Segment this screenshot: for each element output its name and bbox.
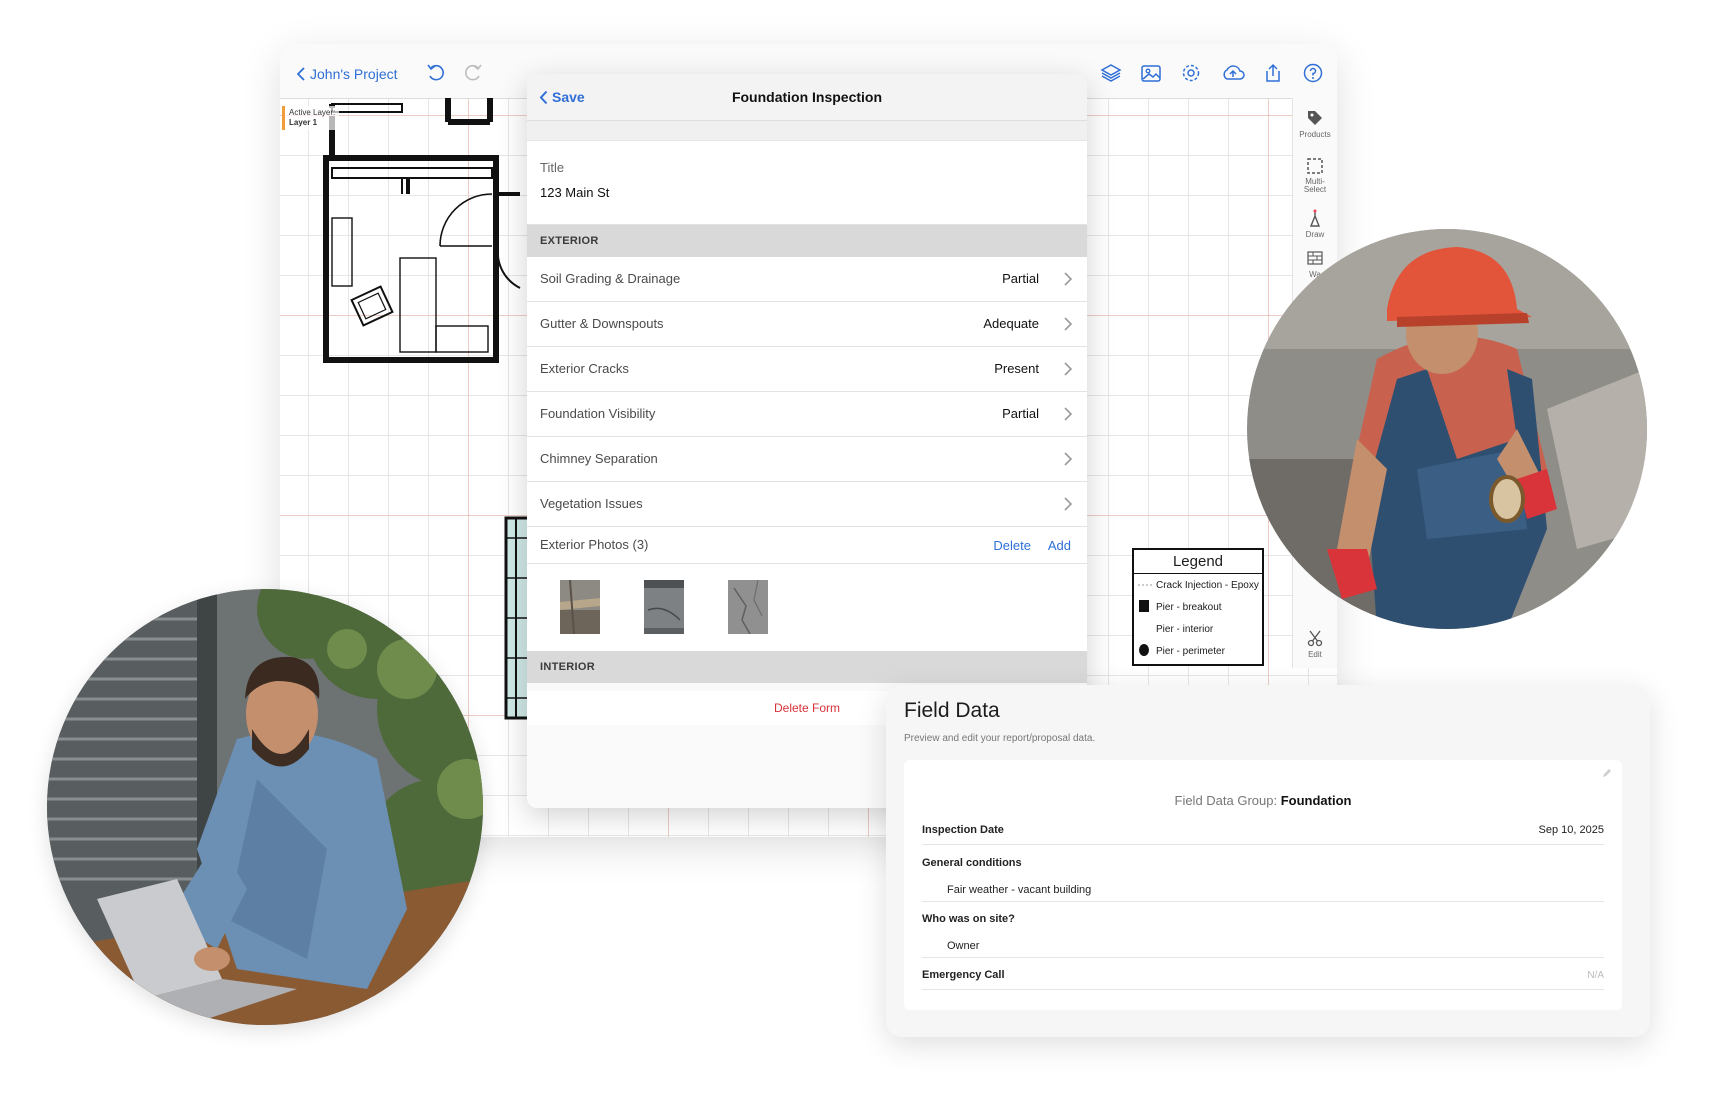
- row-foundation-visibility[interactable]: Foundation Visibility Partial: [527, 392, 1087, 437]
- back-label: John's Project: [310, 66, 398, 82]
- title-input[interactable]: [540, 185, 1040, 200]
- legend-item-label: Pier - breakout: [1156, 601, 1222, 613]
- edit-tool[interactable]: Edit: [1293, 628, 1337, 659]
- photos-label: Exterior Photos (3): [540, 537, 649, 552]
- help-icon[interactable]: [1302, 62, 1324, 84]
- active-layer-label: Active Layer:: [289, 108, 336, 117]
- legend-item-label: Pier - perimeter: [1156, 645, 1225, 657]
- row-label: Vegetation Issues: [540, 496, 643, 511]
- draw-tool-label: Draw: [1305, 230, 1325, 239]
- image-icon[interactable]: [1140, 62, 1162, 84]
- chevron-right-icon: [1064, 362, 1073, 376]
- emergency-call-value[interactable]: N/A: [1587, 970, 1604, 981]
- legend-item: Pier - perimeter: [1134, 640, 1262, 662]
- row-exterior-cracks[interactable]: Exterior Cracks Present: [527, 347, 1087, 392]
- row-vegetation-issues[interactable]: Vegetation Issues: [527, 482, 1087, 527]
- row-label: Soil Grading & Drainage: [540, 271, 681, 286]
- chevron-right-icon: [1064, 497, 1073, 511]
- settings-icon[interactable]: [1180, 62, 1202, 84]
- legend-item-label: Pier - interior: [1156, 623, 1214, 635]
- group-name: Foundation: [1280, 793, 1352, 808]
- products-tool[interactable]: Products: [1293, 108, 1337, 139]
- room-walls: [323, 98, 521, 363]
- layers-icon[interactable]: [1100, 62, 1122, 84]
- legend-title: Legend: [1134, 550, 1262, 574]
- scissors-icon: [1307, 630, 1323, 647]
- delete-photos-button[interactable]: Delete: [993, 538, 1031, 553]
- section-header-exterior: EXTERIOR: [527, 225, 1087, 257]
- who-on-site-label: Who was on site?: [922, 913, 1015, 925]
- active-layer-indicator[interactable]: Active Layer: Layer 1: [282, 106, 340, 130]
- chevron-right-icon: [1064, 272, 1073, 286]
- row-gutter-downspouts[interactable]: Gutter & Downspouts Adequate: [527, 302, 1087, 347]
- edit-tool-label: Edit: [1308, 650, 1322, 659]
- inspection-date-value[interactable]: Sep 10, 2025: [1539, 824, 1604, 836]
- legend-item-label: Crack Injection - Epoxy: [1156, 579, 1259, 591]
- row-label: Foundation Visibility: [540, 406, 656, 421]
- products-tool-label: Products: [1299, 130, 1331, 139]
- title-field: Title: [527, 141, 1087, 225]
- field-data-card: Field Data Preview and edit your report/…: [886, 685, 1650, 1037]
- row-value: Partial: [1002, 271, 1039, 286]
- inspection-date-label: Inspection Date: [922, 824, 1004, 836]
- row-label: Gutter & Downspouts: [540, 316, 664, 331]
- photo-thumbnails: [527, 564, 1087, 651]
- active-layer-value: Layer 1: [289, 118, 318, 127]
- black-square-icon: [1138, 599, 1152, 615]
- photo-thumbnail[interactable]: [728, 580, 768, 634]
- emergency-call-label: Emergency Call: [922, 969, 1005, 981]
- pencil-icon[interactable]: [1601, 768, 1612, 779]
- wall-icon: [1307, 251, 1323, 265]
- legend-item: Pier - breakout: [1134, 596, 1262, 618]
- field-data-group-heading: Field Data Group: Foundation: [904, 793, 1622, 808]
- form-title: Foundation Inspection: [731, 89, 883, 105]
- photo-man-with-laptop: [47, 589, 483, 1025]
- chevron-right-icon: [1064, 317, 1073, 331]
- row-value: Partial: [1002, 406, 1039, 421]
- row-value: Adequate: [983, 316, 1039, 331]
- dashed-line-icon: [1138, 580, 1152, 591]
- multi-select-icon: [1307, 158, 1323, 174]
- form-header: Save Foundation Inspection: [527, 74, 1087, 121]
- field-data-title: Field Data: [904, 699, 1000, 722]
- exterior-photos-header: Exterior Photos (3) Delete Add: [527, 527, 1087, 564]
- draw-icon: [1309, 209, 1321, 227]
- multi-select-tool-label: Multi-Select: [1303, 177, 1327, 194]
- title-field-label: Title: [540, 160, 565, 175]
- group-prefix: Field Data Group:: [1174, 793, 1281, 808]
- who-on-site-value[interactable]: Owner: [947, 940, 979, 952]
- row-label: Exterior Cracks: [540, 361, 629, 376]
- share-icon[interactable]: [1262, 62, 1284, 84]
- legend-item: Crack Injection - Epoxy: [1134, 574, 1262, 596]
- black-circle-icon: [1138, 643, 1152, 659]
- photo-worker-with-hard-hat: [1247, 229, 1647, 629]
- legend-item: Pier - interior: [1134, 618, 1262, 640]
- row-label: Chimney Separation: [540, 451, 658, 466]
- legend-box[interactable]: Legend Crack Injection - Epoxy Pier - br…: [1132, 548, 1264, 666]
- chevron-right-icon: [1064, 407, 1073, 421]
- draw-tool[interactable]: Draw: [1293, 208, 1337, 239]
- photo-thumbnail[interactable]: [644, 580, 684, 634]
- field-data-group-panel: Field Data Group: Foundation Inspection …: [904, 760, 1622, 1010]
- photo-thumbnail[interactable]: [560, 580, 600, 634]
- add-photos-button[interactable]: Add: [1048, 538, 1071, 553]
- chevron-left-icon: [296, 67, 305, 81]
- cloud-upload-icon[interactable]: [1220, 62, 1246, 84]
- tag-icon: [1308, 111, 1322, 125]
- row-value: Present: [994, 361, 1039, 376]
- general-conditions-value[interactable]: Fair weather - vacant building: [947, 884, 1091, 896]
- redo-icon[interactable]: [462, 62, 484, 84]
- undo-icon[interactable]: [425, 62, 447, 84]
- field-data-subtitle: Preview and edit your report/proposal da…: [904, 733, 1096, 744]
- chevron-right-icon: [1064, 452, 1073, 466]
- row-chimney-separation[interactable]: Chimney Separation: [527, 437, 1087, 482]
- row-soil-grading[interactable]: Soil Grading & Drainage Partial: [527, 257, 1087, 302]
- multi-select-tool[interactable]: Multi-Select: [1293, 156, 1337, 194]
- general-conditions-label: General conditions: [922, 857, 1022, 869]
- section-header-interior: INTERIOR: [527, 651, 1087, 683]
- back-to-project-button[interactable]: John's Project: [296, 66, 398, 82]
